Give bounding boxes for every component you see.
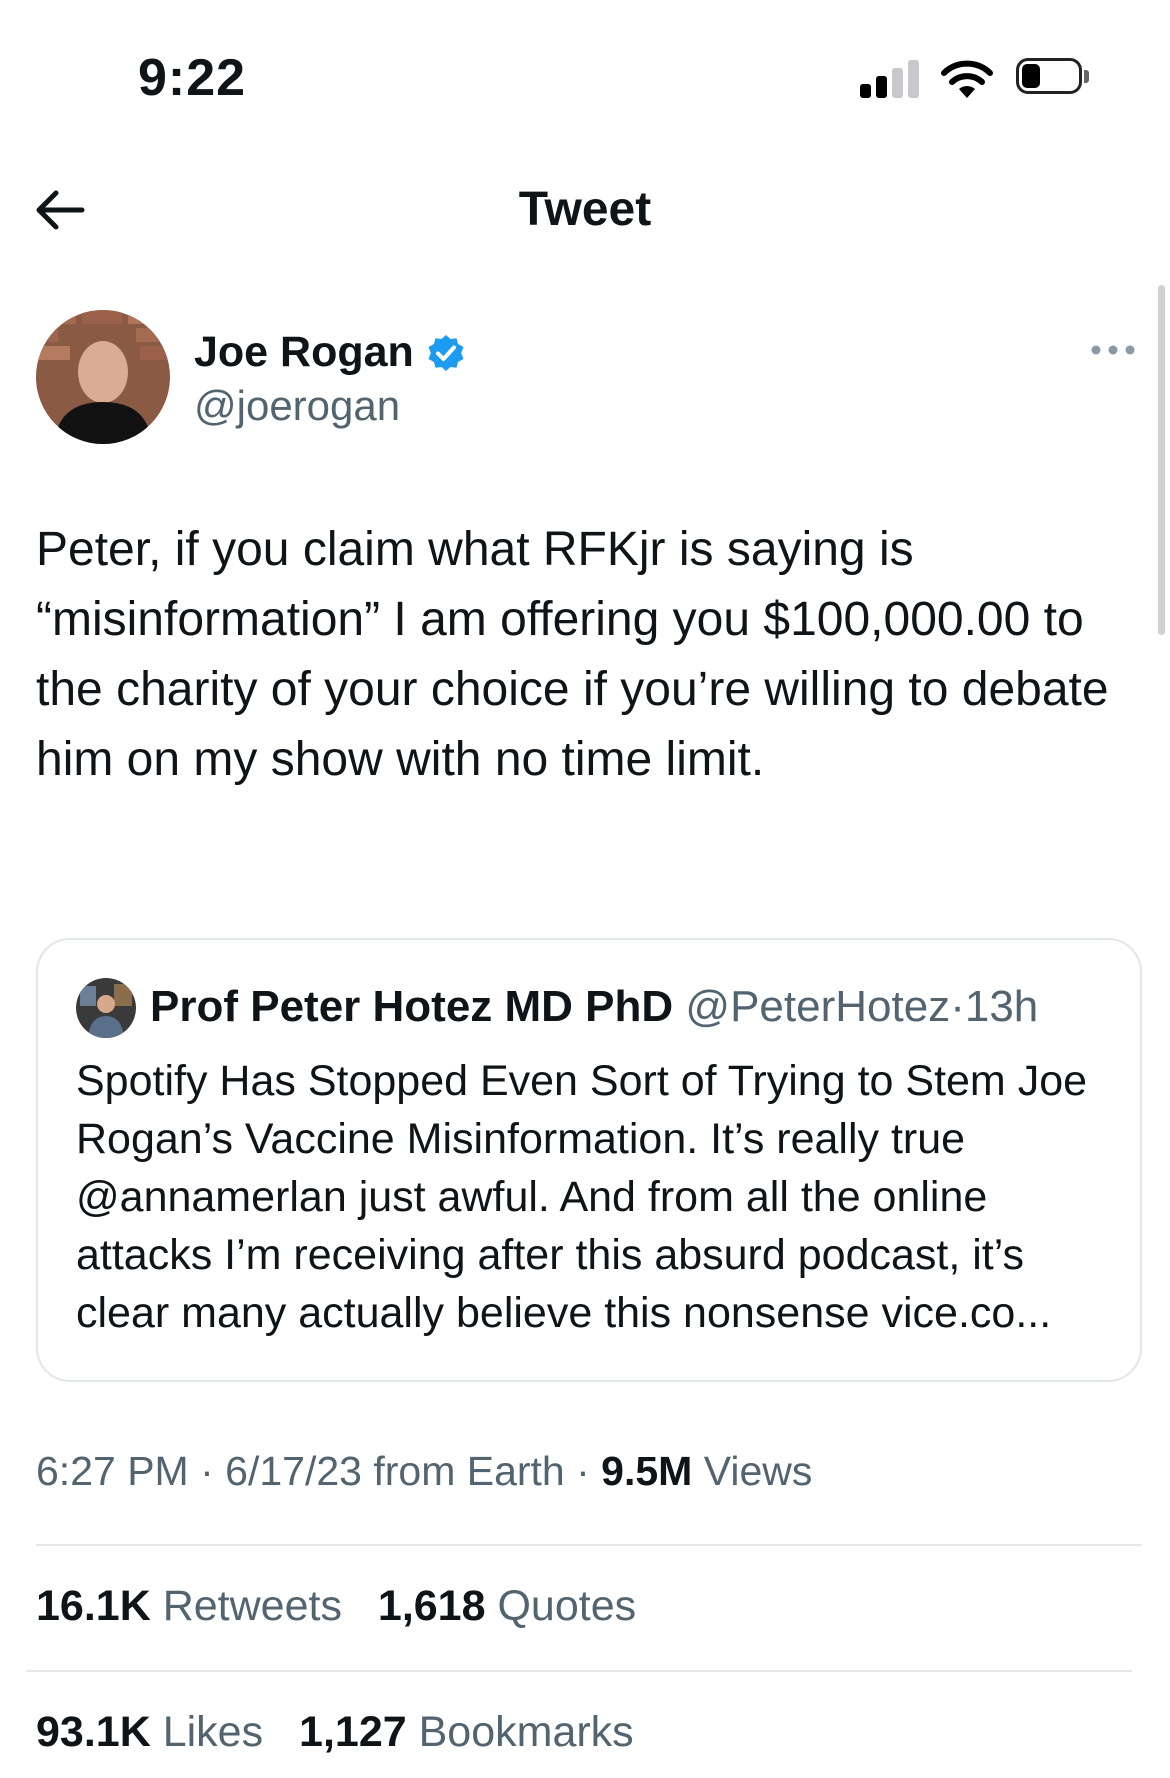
more-options-icon[interactable] bbox=[1090, 340, 1136, 360]
author-handle[interactable]: @joerogan bbox=[194, 382, 400, 430]
quoted-tweet[interactable]: Prof Peter Hotez MD PhD @PeterHotez·13h … bbox=[36, 938, 1142, 1382]
battery-icon bbox=[1016, 58, 1094, 98]
verified-badge-icon bbox=[428, 334, 464, 371]
views-count: 9.5M bbox=[601, 1448, 693, 1494]
tweet-header: Joe Rogan @joerogan bbox=[36, 310, 1136, 450]
bookmarks-label: Bookmarks bbox=[418, 1708, 634, 1756]
author-name-row: Joe Rogan bbox=[194, 328, 466, 377]
page-title: Tweet bbox=[518, 183, 652, 236]
status-time: 9:22 bbox=[138, 49, 247, 107]
retweets-stat[interactable]: 16.1K Retweets bbox=[36, 1582, 342, 1631]
quoted-author-handle: @PeterHotez bbox=[685, 982, 951, 1031]
likes-label: Likes bbox=[162, 1708, 264, 1756]
views-label: Views bbox=[703, 1448, 813, 1494]
quoted-author-avatar bbox=[76, 978, 136, 1038]
tweet-date: 6/17/23 bbox=[225, 1448, 362, 1494]
quoted-tweet-age: 13h bbox=[964, 982, 1039, 1031]
status-bar: 9:22 bbox=[0, 0, 1170, 150]
nav-bar: Tweet bbox=[0, 160, 1170, 260]
likes-stat[interactable]: 93.1K Likes bbox=[36, 1708, 263, 1757]
retweets-label: Retweets bbox=[162, 1582, 342, 1630]
tweet-text: Peter, if you claim what RFKjr is saying… bbox=[36, 523, 1109, 786]
cellular-signal-icon bbox=[860, 60, 920, 98]
bookmarks-count: 1,127 bbox=[299, 1708, 407, 1756]
wifi-icon bbox=[941, 60, 993, 98]
quotes-count: 1,618 bbox=[377, 1582, 486, 1630]
tweet-source: from Earth bbox=[373, 1448, 565, 1494]
separator-dot: · bbox=[950, 982, 965, 1031]
quoted-tweet-text: Spotify Has Stopped Even Sort of Trying … bbox=[76, 1057, 1088, 1337]
quoted-tweet-header: Prof Peter Hotez MD PhD @PeterHotez·13h bbox=[150, 978, 1038, 1036]
tweet-timestamp-row: 6:27 PM · 6/17/23 from Earth · 9.5M View… bbox=[36, 1448, 813, 1494]
divider bbox=[26, 1670, 1132, 1672]
likes-count: 93.1K bbox=[36, 1708, 151, 1756]
avatar[interactable] bbox=[36, 310, 170, 444]
quotes-label: Quotes bbox=[497, 1582, 637, 1630]
stats-row-engagement: 16.1K Retweets 1,618 Quotes bbox=[36, 1582, 660, 1631]
quoted-author-name: Prof Peter Hotez MD PhD bbox=[150, 982, 674, 1031]
divider bbox=[36, 1544, 1142, 1546]
tweet-time: 6:27 PM bbox=[36, 1448, 189, 1494]
scrollbar[interactable] bbox=[1158, 285, 1165, 635]
author-display-name[interactable]: Joe Rogan bbox=[194, 328, 414, 377]
stats-row-likes: 93.1K Likes 1,127 Bookmarks bbox=[36, 1708, 658, 1757]
quotes-stat[interactable]: 1,618 Quotes bbox=[378, 1582, 636, 1631]
retweets-count: 16.1K bbox=[36, 1582, 151, 1630]
bookmarks-stat[interactable]: 1,127 Bookmarks bbox=[299, 1708, 634, 1757]
